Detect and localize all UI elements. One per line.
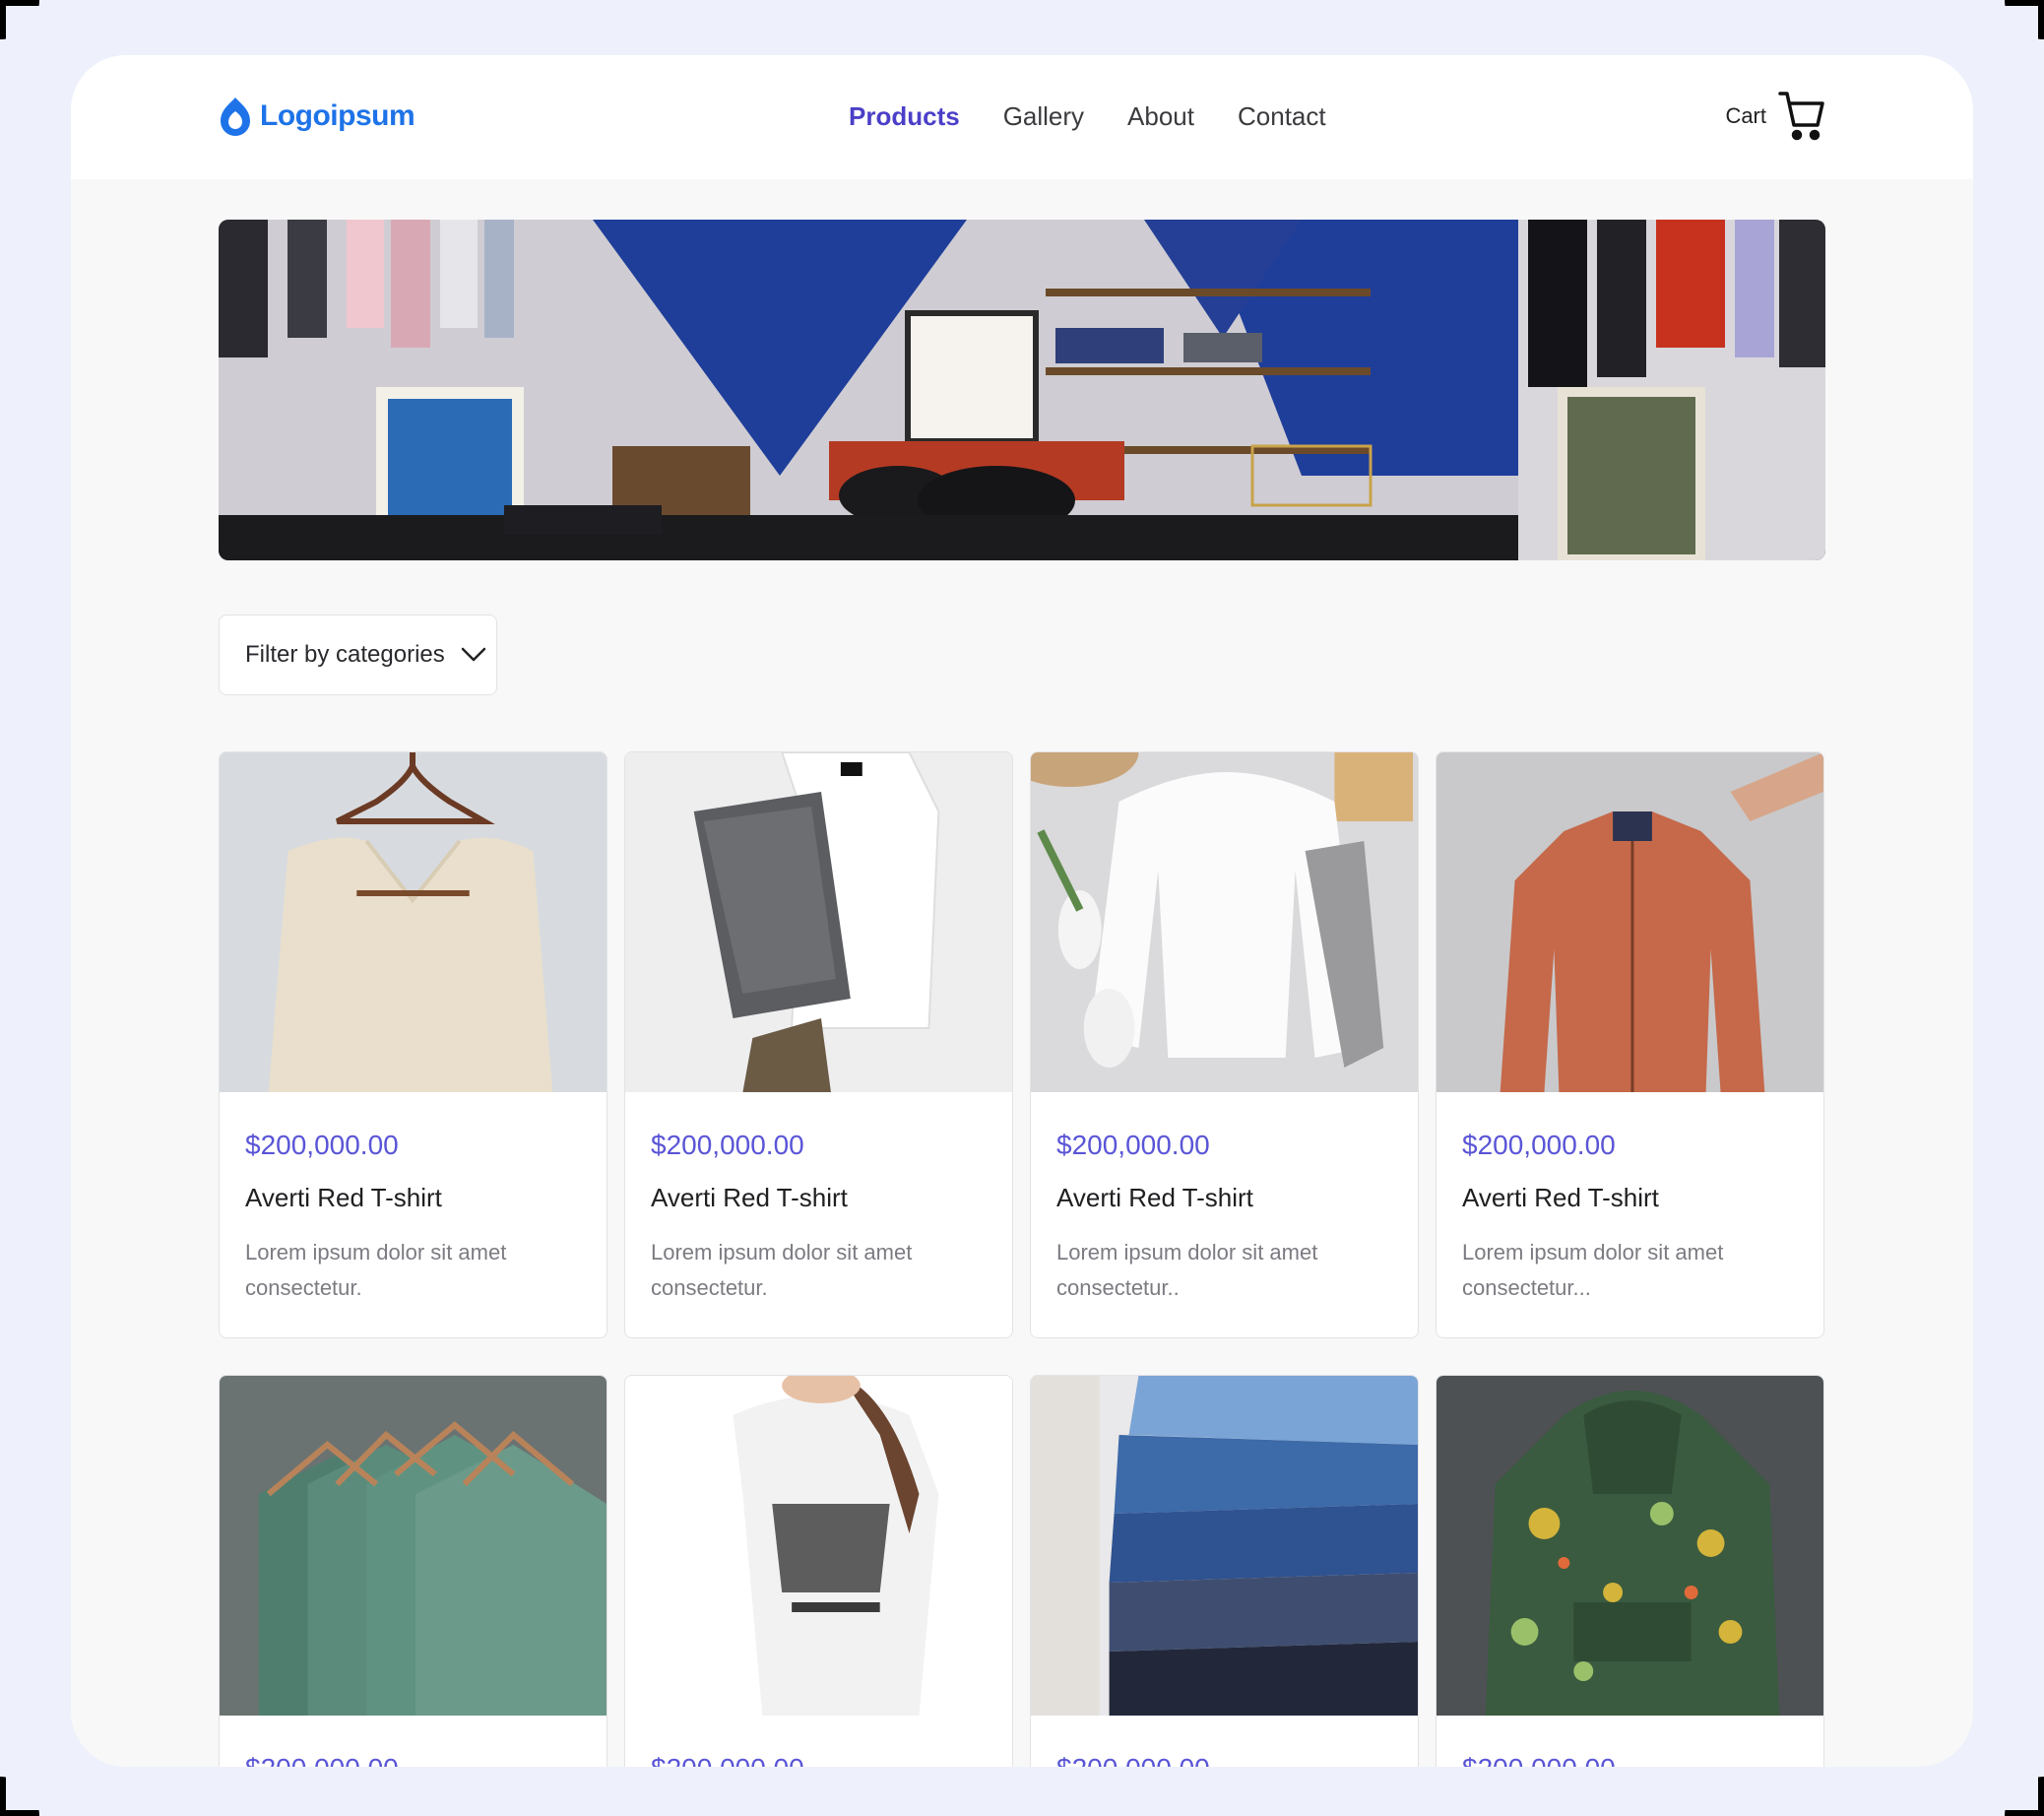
product-description: Lorem ipsum dolor sit amet consectetur.. bbox=[1056, 1240, 1318, 1300]
product-price: $200,000.00 bbox=[651, 1130, 804, 1160]
product-image bbox=[220, 752, 607, 1092]
product-card[interactable]: $200,000.00 Averti Red T-shirt Lorem ips… bbox=[1030, 751, 1419, 1338]
site-header: Logoipsum Products Gallery About Contact… bbox=[71, 55, 1973, 179]
product-image bbox=[1031, 752, 1418, 1092]
product-price: $200,000.00 bbox=[245, 1753, 581, 1767]
nav-item-about[interactable]: About bbox=[1127, 101, 1194, 132]
cart-label: Cart bbox=[1725, 103, 1766, 128]
main-nav: Products Gallery About Contact bbox=[849, 95, 1326, 138]
nav-item-products[interactable]: Products bbox=[849, 101, 960, 132]
product-card[interactable]: $200,000.00 Averti Red T-shirt Lorem ips… bbox=[624, 751, 1013, 1338]
product-price: $200,000.00 bbox=[1462, 1130, 1616, 1160]
cart-button[interactable]: Cart bbox=[1725, 89, 1825, 144]
chevron-down-icon bbox=[461, 647, 485, 662]
product-image bbox=[220, 1376, 607, 1716]
product-price: $200,000.00 bbox=[1056, 1130, 1210, 1160]
category-filter-dropdown[interactable]: Filter by categories bbox=[219, 615, 497, 695]
brand-name: Logoipsum bbox=[260, 99, 415, 132]
product-name: Averti Red T-shirt bbox=[1056, 1183, 1253, 1212]
product-card[interactable]: $200,000.00 bbox=[219, 1375, 607, 1767]
product-description: Lorem ipsum dolor sit amet consectetur. bbox=[651, 1240, 913, 1300]
product-description: Lorem ipsum dolor sit amet consectetur. bbox=[245, 1240, 507, 1300]
product-price: $200,000.00 bbox=[1462, 1753, 1798, 1767]
product-card[interactable]: $200,000.00 bbox=[1030, 1375, 1419, 1767]
product-card[interactable]: $200,000.00 bbox=[624, 1375, 1013, 1767]
product-image bbox=[1437, 752, 1823, 1092]
filter-label: Filter by categories bbox=[245, 641, 445, 668]
product-image bbox=[625, 752, 1012, 1092]
product-card[interactable]: $200,000.00 bbox=[1436, 1375, 1824, 1767]
logo-icon bbox=[221, 97, 250, 136]
product-name: Averti Red T-shirt bbox=[651, 1183, 848, 1212]
product-price: $200,000.00 bbox=[245, 1130, 399, 1160]
nav-item-gallery[interactable]: Gallery bbox=[1003, 101, 1084, 132]
product-image bbox=[1437, 1376, 1823, 1716]
hero-banner-image bbox=[219, 220, 1825, 560]
product-description: Lorem ipsum dolor sit amet consectetur..… bbox=[1462, 1240, 1724, 1300]
product-image bbox=[1031, 1376, 1418, 1716]
product-card[interactable]: $200,000.00 Averti Red T-shirt Lorem ips… bbox=[219, 751, 607, 1338]
product-name: Averti Red T-shirt bbox=[245, 1183, 442, 1212]
product-image bbox=[625, 1376, 1012, 1716]
brand-logo[interactable]: Logoipsum bbox=[219, 95, 415, 138]
cart-icon bbox=[1778, 92, 1824, 141]
browser-frame: Logoipsum Products Gallery About Contact… bbox=[71, 55, 1973, 1767]
product-price: $200,000.00 bbox=[651, 1753, 987, 1767]
product-name: Averti Red T-shirt bbox=[1462, 1183, 1659, 1212]
nav-item-contact[interactable]: Contact bbox=[1238, 101, 1326, 132]
product-price: $200,000.00 bbox=[1056, 1753, 1392, 1767]
product-card[interactable]: $200,000.00 Averti Red T-shirt Lorem ips… bbox=[1436, 751, 1824, 1338]
